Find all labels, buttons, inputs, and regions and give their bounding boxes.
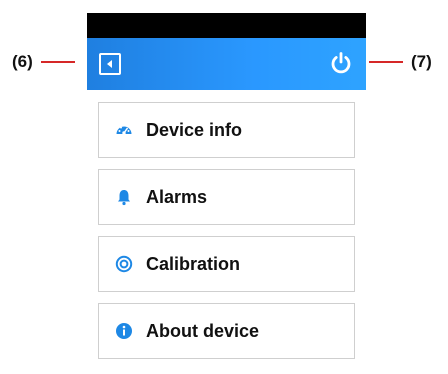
menu-item-label: About device [146,320,260,341]
target-icon [115,255,133,273]
power-button[interactable] [329,51,353,75]
callout-label: (7) [411,52,432,71]
menu-item-device-info[interactable]: Device info [98,102,355,158]
back-button[interactable] [99,53,121,75]
callout-7: (7) [369,52,432,72]
menu-item-alarms[interactable]: Alarms [98,169,355,225]
bell-icon [115,188,133,206]
menu-item-label: Calibration [146,253,241,274]
menu-item-about-device[interactable]: About device [98,303,355,359]
power-icon [331,52,351,74]
callout-label: (6) [12,52,33,71]
menu-list: Device info Alarms Calibration About dev… [87,90,366,359]
menu-item-label: Device info [146,119,243,140]
dashboard-gauge-icon [115,121,133,139]
menu-item-calibration[interactable]: Calibration [98,236,355,292]
info-circle-icon [115,322,133,340]
app-bar [87,38,366,90]
status-bar [87,13,366,38]
callout-line [40,61,75,63]
callout-line [369,61,403,63]
device-screen: Device info Alarms Calibration About dev… [87,13,366,374]
menu-item-label: Alarms [146,186,208,207]
callout-6: (6) [12,52,75,72]
back-square-icon [107,60,112,68]
